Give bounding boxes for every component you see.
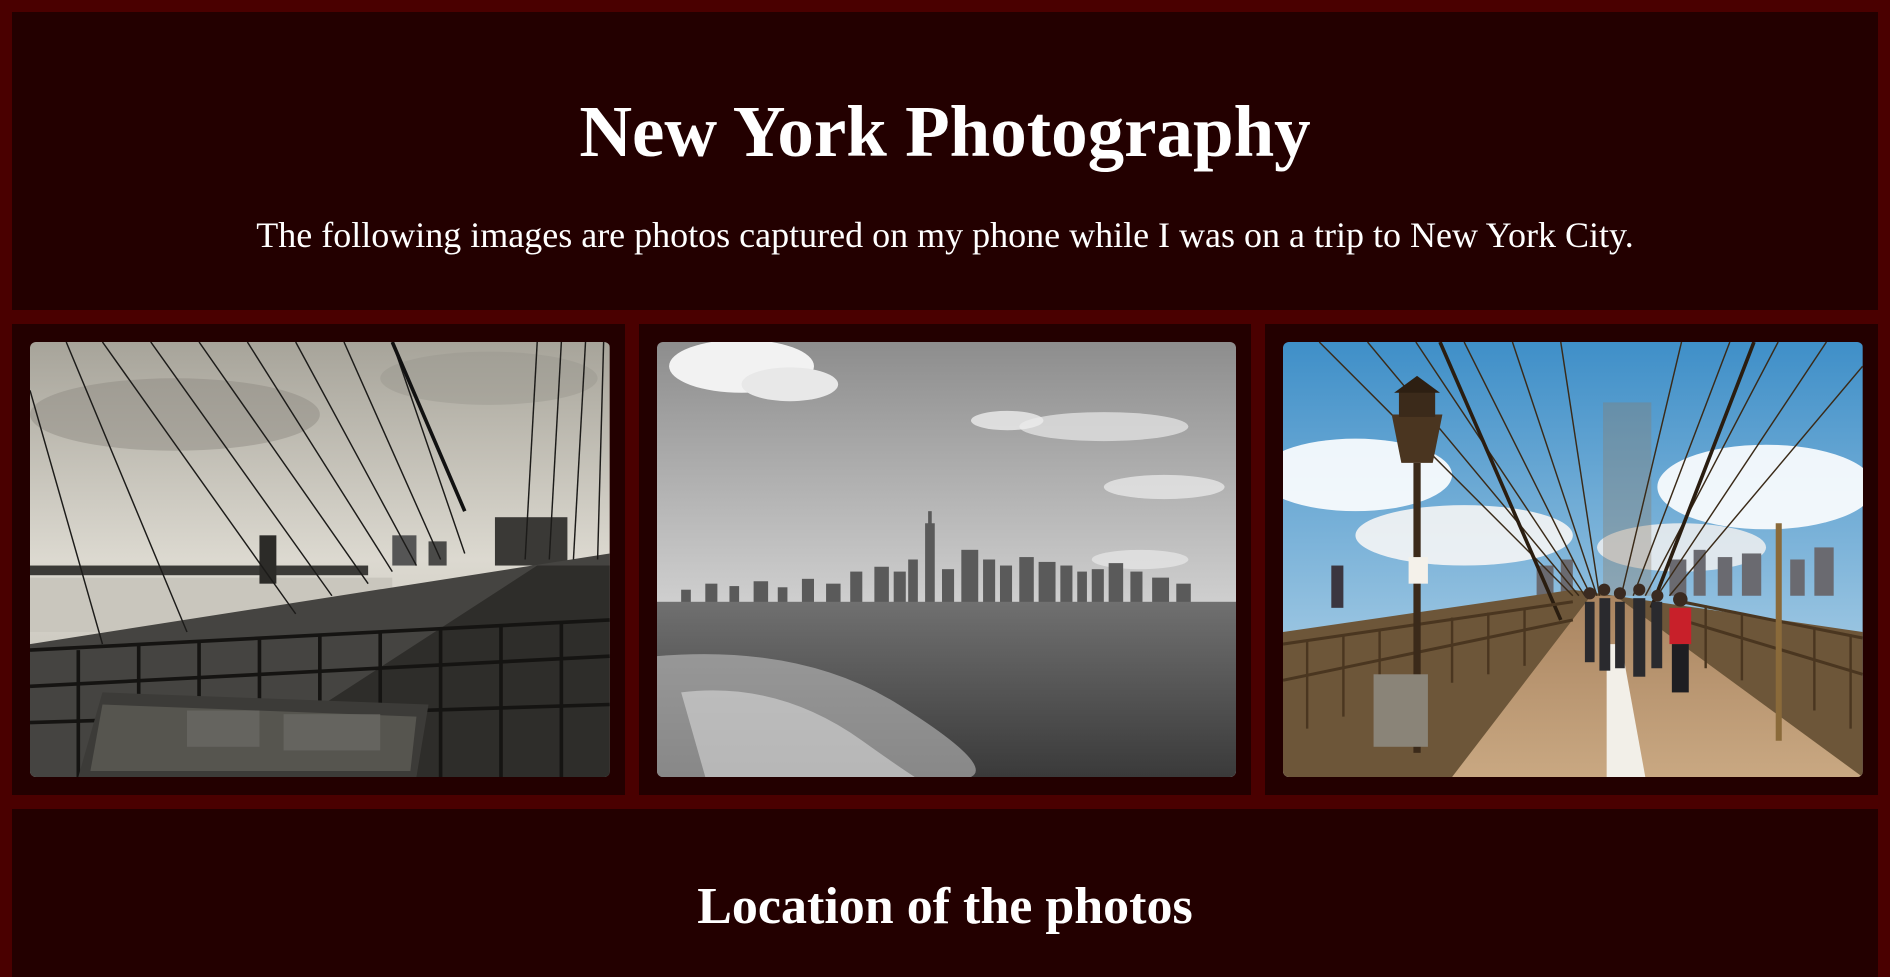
page-header: New York Photography The following image… [12,12,1878,310]
photo-manhattan-skyline[interactable] [656,342,1237,777]
photo-card-2 [638,324,1252,795]
photo-brooklyn-bridge-bw-image [30,342,610,777]
photo-gallery [12,324,1879,795]
photo-card-1 [12,324,625,795]
photo-card-3 [1265,324,1879,795]
location-heading: Location of the photos [697,878,1193,935]
page: New York Photography The following image… [0,0,1890,977]
photo-manhattan-skyline-image [656,342,1237,777]
photo-brooklyn-bridge-walkway[interactable] [1283,342,1864,777]
photo-brooklyn-bridge-walkway-image [1283,342,1864,777]
location-section: Location of the photos [12,809,1878,977]
page-title: New York Photography [579,91,1311,172]
page-subtitle: The following images are photos captured… [256,215,1634,255]
photo-brooklyn-bridge-bw[interactable] [30,342,610,777]
